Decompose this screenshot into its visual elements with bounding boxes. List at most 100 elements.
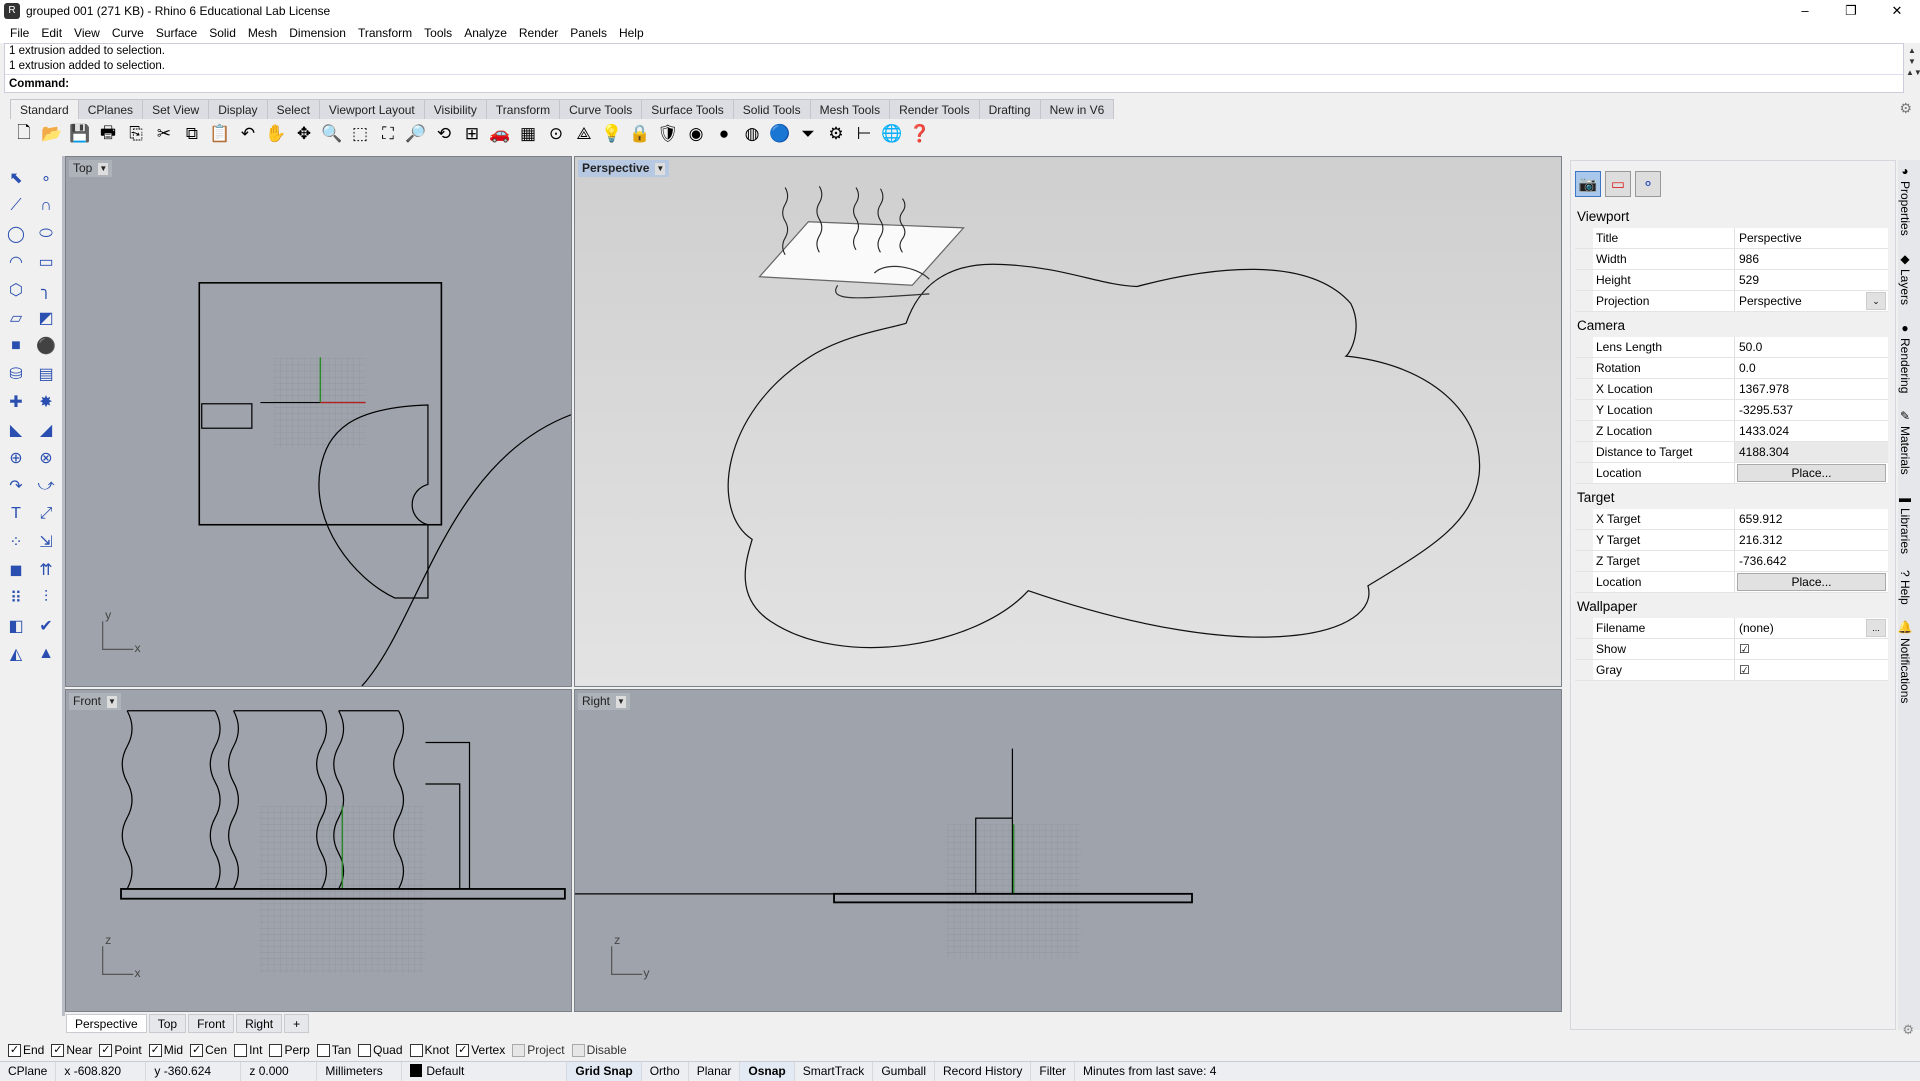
tab-display[interactable]: Display	[208, 99, 268, 119]
osnap-int[interactable]: Int	[234, 1043, 262, 1057]
tab-mesh-tools[interactable]: Mesh Tools	[809, 99, 891, 119]
box-icon[interactable]: ■	[2, 332, 30, 360]
side-tab-layers[interactable]: ◆ Layers	[1898, 248, 1912, 309]
tab-set-view[interactable]: Set View	[142, 99, 210, 119]
checkbox[interactable]	[269, 1043, 283, 1057]
grid-array-icon[interactable]: ⠿	[2, 584, 30, 612]
side-tab-libraries[interactable]: ▬ Libraries	[1898, 487, 1912, 558]
blue-sphere-icon[interactable]: 🔵	[766, 121, 794, 147]
print-icon[interactable]: 🖶	[94, 121, 122, 147]
menu-mesh[interactable]: Mesh	[242, 26, 283, 40]
osnap-tan[interactable]: Tan	[316, 1043, 351, 1057]
text-icon[interactable]: T	[2, 500, 30, 528]
tab-drafting[interactable]: Drafting	[978, 99, 1041, 119]
shield-icon[interactable]: 🛡	[654, 121, 682, 147]
property-value-width[interactable]: 986	[1735, 249, 1888, 269]
group-icon[interactable]: ⊕	[2, 444, 30, 472]
menu-transform[interactable]: Transform	[352, 26, 418, 40]
surface-edge-icon[interactable]: ◩	[32, 304, 60, 332]
checkbox[interactable]: ✓	[148, 1043, 162, 1057]
patch-icon[interactable]: ▤	[32, 360, 60, 388]
open-icon[interactable]: 📂	[38, 121, 66, 147]
tab-solid-tools[interactable]: Solid Tools	[732, 99, 811, 119]
shaded-sphere-icon[interactable]: ●	[710, 121, 738, 147]
blend-icon[interactable]: ⤻	[32, 472, 60, 500]
tab-cplanes[interactable]: CPlanes	[77, 99, 144, 119]
split-icon[interactable]: ◢	[32, 416, 60, 444]
menu-surface[interactable]: Surface	[150, 26, 203, 40]
osnap-quad[interactable]: Quad	[358, 1043, 403, 1057]
osnap-vertex[interactable]: ✓ Vertex	[456, 1043, 505, 1057]
undo-view-icon[interactable]: ⟲	[430, 121, 458, 147]
tab-render-tools[interactable]: Render Tools	[889, 99, 980, 119]
viewport-top[interactable]: Top ▼ y x	[65, 156, 572, 687]
paste-icon[interactable]: 📋	[206, 121, 234, 147]
zoom-selected-icon[interactable]: 🔎	[402, 121, 430, 147]
boolean-union-icon[interactable]: ✚	[2, 388, 30, 416]
viewport-right[interactable]: Right ▼ z y	[574, 689, 1562, 1012]
select-icon[interactable]: ⬉	[2, 164, 30, 192]
extrude-icon[interactable]: ⇈	[32, 556, 60, 584]
restore-button[interactable]: ❐	[1828, 0, 1874, 22]
checkbox[interactable]: ✓	[190, 1043, 204, 1057]
place-button[interactable]: Place...	[1737, 464, 1886, 482]
units[interactable]: Millimeters	[317, 1061, 403, 1081]
osnap-icon[interactable]: ⊙	[542, 121, 570, 147]
rotate-view-icon[interactable]: ✥	[290, 121, 318, 147]
menu-help[interactable]: Help	[613, 26, 650, 40]
array-icon[interactable]: ⁘	[2, 528, 30, 556]
command-input[interactable]: Command:	[5, 74, 1903, 92]
osnap-disable[interactable]: Disable	[571, 1043, 627, 1057]
osnap-toggle[interactable]: Osnap	[740, 1061, 795, 1081]
grid-snap-toggle[interactable]: Grid Snap	[567, 1061, 642, 1081]
grid-icon[interactable]: ▦	[514, 121, 542, 147]
chevron-down-icon[interactable]: ⌄	[1866, 292, 1886, 310]
checkbox[interactable]	[512, 1043, 526, 1057]
layer-indicator[interactable]: Default	[402, 1061, 568, 1081]
osnap-point[interactable]: ✓ Point	[99, 1043, 142, 1057]
property-value-gray[interactable]: ☑	[1735, 660, 1888, 680]
filter-icon[interactable]: ⏷	[794, 121, 822, 147]
gumball-toggle[interactable]: Gumball	[873, 1061, 935, 1081]
viewport-perspective[interactable]: Perspective ▼	[574, 156, 1562, 687]
import-icon[interactable]: ⎘	[122, 121, 150, 147]
molecule-icon[interactable]: ⚬	[1635, 171, 1661, 197]
property-value-title[interactable]: Perspective	[1735, 228, 1888, 248]
viewport-label-front[interactable]: Front ▼	[69, 693, 122, 710]
smarttrack-toggle[interactable]: SmartTrack	[795, 1061, 874, 1081]
rendered-sphere-icon[interactable]: ◍	[738, 121, 766, 147]
light-icon[interactable]: 💡	[598, 121, 626, 147]
property-value-x-location[interactable]: 1367.978	[1735, 379, 1888, 399]
planar-toggle[interactable]: Planar	[689, 1061, 741, 1081]
ellipse-icon[interactable]: ⬭	[32, 220, 60, 248]
fillet-icon[interactable]: ╮	[32, 276, 60, 304]
viewport-frame-icon[interactable]: ▭	[1605, 171, 1631, 197]
trim-icon[interactable]: ◣	[2, 416, 30, 444]
checkbox[interactable]: ✓	[99, 1043, 113, 1057]
viewport-label-top[interactable]: Top ▼	[69, 160, 113, 177]
cage-icon[interactable]: ◼	[2, 556, 30, 584]
tab-visibility[interactable]: Visibility	[423, 99, 487, 119]
checkbox[interactable]: ✓	[8, 1043, 21, 1057]
color-wheel-icon[interactable]: ◉	[682, 121, 710, 147]
chevron-down-icon[interactable]: ▼	[616, 695, 627, 708]
property-value-y-location[interactable]: -3295.537	[1735, 400, 1888, 420]
cplane-label[interactable]: CPlane	[0, 1061, 57, 1081]
ungroup-icon[interactable]: ⊗	[32, 444, 60, 472]
checkbox[interactable]: ✓	[51, 1043, 65, 1057]
offset-icon[interactable]: ↷	[2, 472, 30, 500]
pan-icon[interactable]: ✋	[262, 121, 290, 147]
side-tab-properties[interactable]: ◕ Properties	[1898, 160, 1912, 240]
property-value-filename[interactable]: (none)...	[1735, 618, 1888, 638]
property-value-z-target[interactable]: -736.642	[1735, 551, 1888, 571]
property-value-show[interactable]: ☑	[1735, 639, 1888, 659]
minimize-button[interactable]: –	[1782, 0, 1828, 22]
menu-edit[interactable]: Edit	[35, 26, 68, 40]
solid-icon[interactable]: ◭	[2, 640, 30, 668]
ortho-toggle[interactable]: Ortho	[642, 1061, 689, 1081]
side-tab-notifications[interactable]: 🔔 Notifications	[1898, 616, 1912, 707]
viewport-tab-top[interactable]: Top	[148, 1014, 187, 1033]
menu-view[interactable]: View	[68, 26, 106, 40]
menu-dimension[interactable]: Dimension	[283, 26, 352, 40]
osnap-mid[interactable]: ✓ Mid	[148, 1043, 183, 1057]
